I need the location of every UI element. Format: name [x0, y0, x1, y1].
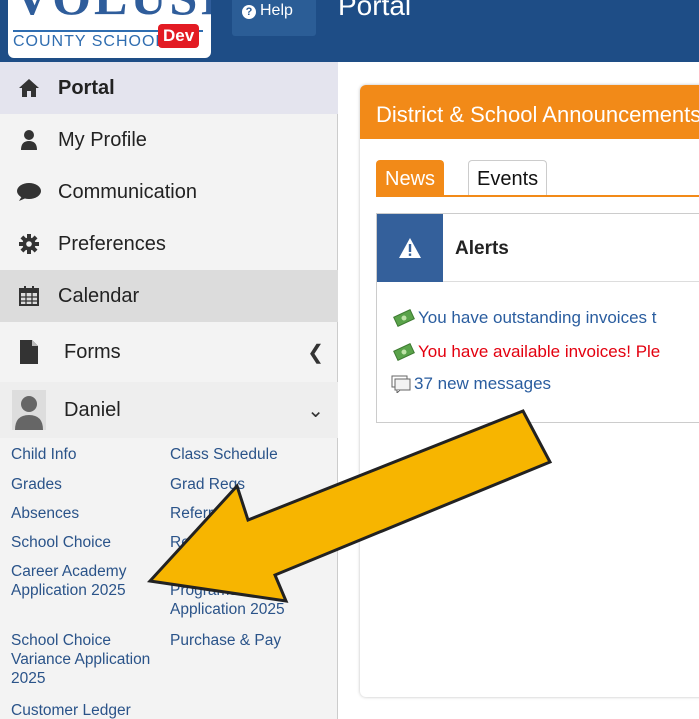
tab-divider [376, 195, 699, 197]
link-grades[interactable]: Grades [11, 475, 62, 494]
sidebar-item-label: Calendar [58, 284, 140, 307]
tab-events[interactable]: Events [468, 160, 548, 196]
link-customer-ledger[interactable]: Customer Ledger [11, 701, 131, 719]
home-icon [0, 78, 58, 98]
alert-text: You have outstanding invoices t [418, 308, 657, 327]
top-bar: VOLUSIA COUNTY SCHOOLS Dev ? Help Portal [0, 0, 699, 62]
link-specialized-programs-application[interactable]: Specialized Programs Application 2025 [170, 562, 310, 619]
link-child-info[interactable]: Child Info [11, 445, 76, 464]
sidebar-item-preferences[interactable]: Preferences [0, 218, 338, 270]
avatar-icon [0, 390, 58, 430]
sidebar-item-forms[interactable]: Forms ❮ [0, 324, 338, 380]
sidebar-item-portal[interactable]: Portal [0, 62, 338, 114]
sidebar-item-label: Preferences [58, 232, 166, 255]
calendar-icon [0, 286, 58, 306]
help-label: Help [260, 2, 293, 19]
link-career-academy-application[interactable]: Career Academy Application 2025 [11, 562, 151, 600]
link-referrals[interactable]: Referrals [170, 504, 233, 523]
sidebar: Portal My Profile Communication Preferen… [0, 62, 338, 719]
link-class-schedule[interactable]: Class Schedule [170, 445, 278, 464]
sidebar-item-calendar[interactable]: Calendar [0, 270, 338, 322]
gear-icon [0, 234, 58, 254]
alerts-header: Alerts [377, 214, 699, 282]
alert-available-invoices[interactable]: You have available invoices! Ple [393, 342, 660, 362]
sidebar-item-label: Daniel [64, 398, 121, 421]
sidebar-item-communication[interactable]: Communication [0, 166, 338, 218]
link-grad-reqs[interactable]: Grad Reqs [170, 475, 245, 494]
alert-text: 37 new messages [414, 374, 552, 393]
sidebar-item-label: Communication [58, 180, 197, 203]
alerts-box: Alerts You have outstanding invoices t Y… [376, 213, 699, 423]
link-registration[interactable]: Registration [170, 533, 253, 552]
sidebar-item-label: My Profile [58, 128, 147, 151]
alerts-title: Alerts [455, 238, 509, 259]
sidebar-item-my-profile[interactable]: My Profile [0, 114, 338, 166]
link-absences[interactable]: Absences [11, 504, 79, 523]
money-icon [393, 309, 415, 327]
chat-bubble-icon [0, 182, 58, 202]
sidebar-item-student-daniel[interactable]: Daniel ⌄ [0, 382, 338, 438]
warning-icon [377, 214, 443, 282]
tab-news[interactable]: News [376, 160, 445, 196]
message-icon [391, 375, 411, 393]
money-icon [393, 343, 415, 361]
alert-new-messages[interactable]: 37 new messages [391, 374, 551, 394]
alert-text: You have available invoices! Ple [418, 342, 661, 361]
link-school-choice-variance-application[interactable]: School Choice Variance Application 2025 [11, 631, 151, 688]
document-icon [0, 339, 58, 365]
link-purchase-and-pay[interactable]: Purchase & Pay [170, 631, 281, 650]
alert-outstanding-invoices[interactable]: You have outstanding invoices t [393, 308, 657, 328]
logo-text: VOLUSIA [14, 0, 211, 26]
announcements-panel: District & School Announcements News Eve… [360, 85, 699, 697]
chevron-left-icon[interactable]: ❮ [307, 340, 324, 365]
env-badge: Dev [158, 24, 200, 48]
chevron-down-icon[interactable]: ⌄ [307, 398, 324, 423]
sidebar-item-label: Forms [64, 340, 121, 363]
panel-title: District & School Announcements [360, 85, 699, 139]
help-icon: ? [242, 5, 256, 19]
user-icon [0, 129, 58, 151]
sidebar-item-label: Portal [58, 76, 115, 99]
district-logo[interactable]: VOLUSIA COUNTY SCHOOLS Dev [8, 0, 211, 58]
page-title: Portal [338, 0, 412, 21]
help-button[interactable]: ? Help [232, 0, 316, 36]
link-school-choice[interactable]: School Choice [11, 533, 111, 552]
